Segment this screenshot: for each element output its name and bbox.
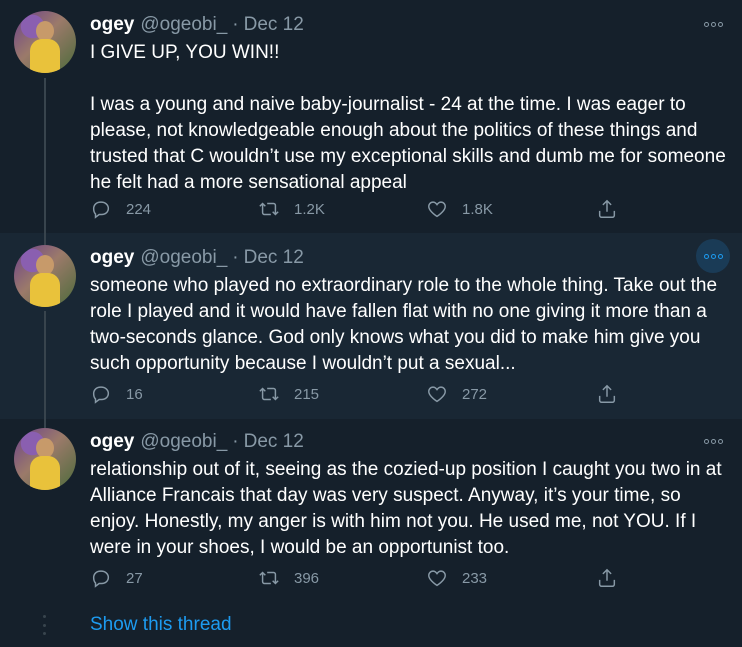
more-button[interactable] [700, 428, 726, 454]
like-button[interactable]: 272 [426, 381, 487, 407]
separator-dot: · [232, 14, 239, 35]
thread-connector [44, 233, 46, 245]
more-button[interactable] [696, 239, 730, 273]
retweet-count: 1.2K [294, 200, 325, 218]
share-icon [598, 568, 616, 587]
avatar[interactable] [14, 11, 76, 73]
display-name[interactable]: ogey [90, 431, 134, 453]
avatar[interactable] [14, 245, 76, 307]
tweet-text: relationship out of it, seeing as the co… [90, 457, 730, 561]
share-icon [598, 384, 616, 403]
user-handle[interactable]: @ogeobi_ [140, 14, 227, 36]
share-icon [598, 199, 616, 218]
share-button[interactable] [596, 196, 632, 222]
like-count: 272 [462, 385, 488, 403]
tweet-paragraph: I was a young and naive baby-journalist … [90, 94, 726, 193]
tweet-text: someone who played no extraordinary role… [90, 273, 730, 377]
reply-button[interactable]: 224 [90, 196, 151, 222]
like-icon [428, 386, 446, 403]
reply-count: 27 [126, 569, 143, 587]
like-count: 1.8K [462, 200, 493, 218]
thread-connector [44, 419, 46, 428]
retweet-icon [259, 202, 279, 216]
tweet-actions: 16 215 272 [90, 381, 630, 407]
show-thread-link[interactable]: Show this thread [90, 614, 232, 636]
user-handle[interactable]: @ogeobi_ [140, 431, 227, 453]
more-icon [703, 438, 709, 444]
like-button[interactable]: 233 [426, 565, 487, 591]
tweet-paragraph: someone who played no extraordinary role… [90, 275, 718, 374]
more-icon [703, 253, 709, 259]
share-button[interactable] [596, 381, 632, 407]
user-handle[interactable]: @ogeobi_ [140, 247, 227, 269]
tweet-header: ogey @ogeobi_ · Dec 12 [90, 14, 304, 36]
like-icon [428, 201, 446, 218]
separator-dot: · [232, 431, 239, 452]
tweet-date[interactable]: Dec 12 [244, 431, 304, 453]
reply-button[interactable]: 27 [90, 565, 143, 591]
tweet-3[interactable]: ogey @ogeobi_ · Dec 12 relationship out … [0, 419, 742, 609]
retweet-count: 215 [294, 385, 320, 403]
tweet-header: ogey @ogeobi_ · Dec 12 [90, 431, 304, 453]
retweet-button[interactable]: 215 [258, 381, 319, 407]
reply-count: 16 [126, 385, 143, 403]
retweet-count: 396 [294, 569, 320, 587]
tweet-actions: 27 396 233 [90, 565, 630, 591]
tweet-text: I GIVE UP, YOU WIN!! I was a young and n… [90, 40, 730, 196]
tweet-date[interactable]: Dec 12 [244, 14, 304, 36]
reply-count: 224 [126, 200, 152, 218]
display-name[interactable]: ogey [90, 14, 134, 36]
like-count: 233 [462, 569, 488, 587]
thread-connector [44, 311, 46, 423]
retweet-icon [259, 387, 279, 401]
separator-dot: · [232, 247, 239, 268]
tweet-actions: 224 1.2K 1.8K [90, 196, 630, 222]
more-icon [703, 21, 709, 27]
reply-button[interactable]: 16 [90, 381, 143, 407]
reply-icon [92, 386, 110, 404]
like-button[interactable]: 1.8K [426, 196, 493, 222]
reply-icon [92, 570, 110, 588]
tweet-paragraph: I GIVE UP, YOU WIN!! [90, 42, 280, 63]
retweet-icon [259, 571, 279, 585]
like-icon [428, 570, 446, 587]
retweet-button[interactable]: 396 [258, 565, 319, 591]
tweet-date[interactable]: Dec 12 [244, 247, 304, 269]
more-button[interactable] [700, 11, 726, 37]
display-name[interactable]: ogey [90, 247, 134, 269]
thread-dots [43, 615, 46, 635]
retweet-button[interactable]: 1.2K [258, 196, 325, 222]
avatar[interactable] [14, 428, 76, 490]
share-button[interactable] [596, 565, 632, 591]
tweet-2[interactable]: ogey @ogeobi_ · Dec 12 someone who playe… [0, 233, 742, 423]
tweet-header: ogey @ogeobi_ · Dec 12 [90, 247, 304, 269]
tweet-1[interactable]: ogey @ogeobi_ · Dec 12 I GIVE UP, YOU WI… [0, 0, 742, 238]
tweet-paragraph: relationship out of it, seeing as the co… [90, 459, 722, 558]
reply-icon [92, 201, 110, 219]
tweet-thread: ogey @ogeobi_ · Dec 12 I GIVE UP, YOU WI… [0, 0, 742, 647]
thread-connector [44, 78, 46, 238]
